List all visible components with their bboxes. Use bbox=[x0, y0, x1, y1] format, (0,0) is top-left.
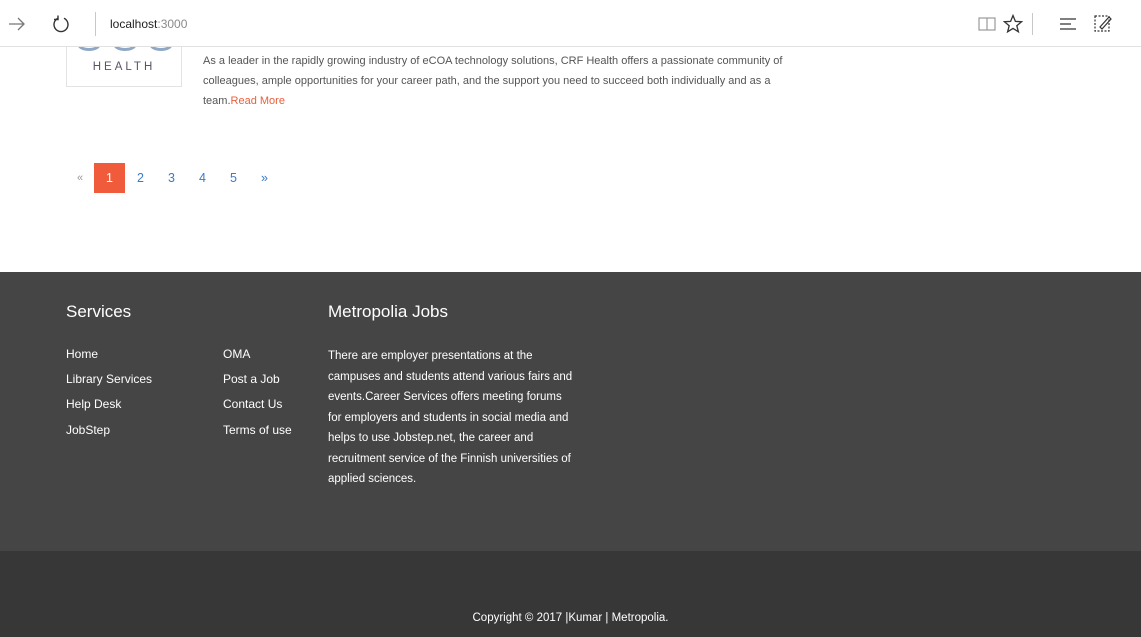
pagination-next[interactable]: » bbox=[249, 163, 280, 193]
job-description: As a leader in the rapidly growing indus… bbox=[203, 51, 813, 111]
services-heading: Services bbox=[66, 302, 132, 321]
browser-toolbar: localhost:3000 bbox=[0, 0, 1141, 47]
pagination-page-1[interactable]: 1 bbox=[94, 163, 125, 193]
read-more-link[interactable]: Read More bbox=[231, 95, 285, 107]
footer-link-post-a-job[interactable]: Post a Job bbox=[223, 372, 280, 386]
footer-link-library-services[interactable]: Library Services bbox=[66, 372, 152, 386]
footer-link-contact-us[interactable]: Contact Us bbox=[223, 397, 282, 411]
footer-link-home[interactable]: Home bbox=[66, 347, 98, 361]
pagination-page-5[interactable]: 5 bbox=[218, 163, 249, 193]
pagination: « 1 2 3 4 5 » bbox=[66, 163, 280, 193]
footer-link-jobstep[interactable]: JobStep bbox=[66, 423, 110, 437]
url-port: :3000 bbox=[157, 17, 188, 31]
favorite-star-icon[interactable] bbox=[1002, 13, 1024, 35]
pagination-page-2[interactable]: 2 bbox=[125, 163, 156, 193]
footer-link-terms-of-use[interactable]: Terms of use bbox=[223, 423, 292, 437]
footer-link-help-desk[interactable]: Help Desk bbox=[66, 397, 121, 411]
footer-bottom-bar bbox=[0, 551, 1141, 637]
job-description-text: As a leader in the rapidly growing indus… bbox=[203, 55, 783, 107]
footer-link-oma[interactable]: OMA bbox=[223, 347, 250, 361]
pagination-page-3[interactable]: 3 bbox=[156, 163, 187, 193]
hub-icon[interactable] bbox=[1057, 13, 1079, 35]
pagination-page-4[interactable]: 4 bbox=[187, 163, 218, 193]
company-logo[interactable]: HEALTH bbox=[66, 47, 182, 87]
reading-view-icon[interactable] bbox=[976, 13, 998, 35]
toolbar-divider bbox=[1032, 13, 1033, 35]
about-text: There are employer presentations at the … bbox=[328, 350, 573, 485]
copyright-text: Copyright © 2017 |Kumar | Metropolia. bbox=[472, 612, 669, 624]
refresh-icon[interactable] bbox=[50, 13, 72, 35]
about-heading: Metropolia Jobs bbox=[328, 302, 449, 321]
logo-mark bbox=[77, 47, 173, 53]
pagination-prev[interactable]: « bbox=[66, 163, 94, 193]
forward-icon[interactable] bbox=[6, 13, 28, 35]
url-host: localhost bbox=[110, 17, 158, 31]
logo-text: HEALTH bbox=[92, 61, 156, 73]
web-note-icon[interactable] bbox=[1092, 13, 1114, 35]
address-bar[interactable]: localhost:3000 bbox=[95, 12, 187, 36]
